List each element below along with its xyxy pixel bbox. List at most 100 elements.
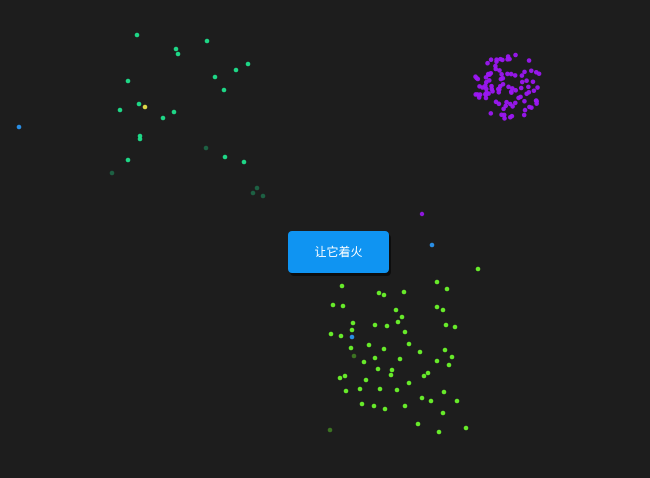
green-spark (361, 359, 367, 365)
green-spark (372, 322, 378, 328)
teal-spark (245, 61, 251, 67)
purple-spark (505, 54, 511, 59)
purple-spark (516, 95, 521, 101)
purple-spark (533, 98, 539, 103)
green-spark (349, 327, 355, 333)
green-spark (475, 266, 481, 272)
blue-spark (16, 124, 22, 130)
green-spark (384, 323, 390, 329)
green-spark (397, 356, 403, 362)
blue-spark (429, 242, 435, 248)
purple-spark (519, 73, 525, 78)
green-spark (402, 403, 408, 409)
green-spark (351, 353, 357, 359)
green-spark (350, 320, 356, 326)
green-spark (381, 292, 387, 298)
green-spark (382, 406, 388, 412)
purple-spark (524, 91, 529, 97)
green-spark (446, 362, 452, 368)
green-spark (406, 380, 412, 386)
firework-stage[interactable]: 让它着火 (0, 0, 650, 478)
green-spark (366, 342, 372, 348)
teal-spark (203, 145, 209, 151)
green-spark (359, 401, 365, 407)
green-spark (393, 307, 399, 313)
purple-spark (488, 111, 494, 116)
green-spark (330, 302, 336, 308)
green-spark (425, 370, 431, 376)
teal-spark (136, 101, 142, 107)
green-spark (338, 333, 344, 339)
purple-spark (483, 83, 488, 88)
purple-spark (493, 66, 499, 72)
purple-spark (502, 116, 507, 121)
teal-spark (134, 32, 140, 38)
green-spark (348, 345, 354, 351)
green-spark (444, 286, 450, 292)
green-spark (454, 398, 460, 404)
green-spark (402, 329, 408, 335)
green-spark (434, 279, 440, 285)
teal-spark (117, 107, 123, 113)
green-spark (388, 372, 394, 378)
purple-spark (528, 68, 534, 74)
green-spark (440, 307, 446, 313)
teal-spark (233, 67, 239, 73)
yellow-spark (142, 104, 148, 110)
teal-spark (241, 159, 247, 165)
green-spark (436, 429, 442, 435)
green-spark (428, 398, 434, 404)
green-spark (441, 389, 447, 395)
purple-spark (522, 107, 528, 113)
green-spark (399, 314, 405, 320)
green-spark (340, 303, 346, 309)
teal-spark (109, 170, 115, 176)
purple-spark (512, 73, 518, 78)
green-spark (381, 346, 387, 352)
green-spark (440, 410, 446, 416)
teal-spark (160, 115, 166, 121)
purple-spark (533, 69, 539, 75)
purple-spark (526, 84, 531, 90)
green-spark (419, 395, 425, 401)
green-spark (415, 421, 421, 427)
purple-spark (499, 72, 504, 77)
green-spark (339, 283, 345, 289)
purple-spark (531, 88, 537, 94)
teal-spark (175, 51, 181, 57)
purple-spark (508, 71, 514, 77)
teal-spark (254, 185, 260, 191)
set-on-fire-button[interactable]: 让它着火 (288, 231, 389, 273)
purple-spark (524, 78, 529, 84)
green-spark (394, 387, 400, 393)
green-spark (376, 290, 382, 296)
purple-spark (509, 113, 515, 119)
teal-spark (260, 193, 266, 199)
green-spark (375, 366, 381, 372)
green-spark (421, 373, 427, 379)
purple-spark (500, 57, 505, 63)
purple-spark (513, 100, 518, 106)
green-spark (342, 373, 348, 379)
purple-spark (507, 101, 513, 107)
purple-spark (498, 76, 504, 82)
green-spark (452, 324, 458, 330)
green-spark (406, 341, 412, 347)
green-spark (343, 388, 349, 394)
purple-spark (506, 84, 511, 90)
purple-spark (477, 92, 483, 97)
purple-spark (529, 105, 534, 110)
green-spark (371, 403, 377, 409)
green-spark (434, 358, 440, 364)
purple-spark (473, 74, 478, 80)
teal-spark (204, 38, 210, 44)
teal-spark (221, 87, 227, 93)
green-spark (377, 386, 383, 392)
purple-spark (497, 87, 502, 92)
teal-spark (222, 154, 228, 160)
purple-spark (485, 60, 490, 66)
green-spark (337, 375, 343, 381)
green-spark (363, 377, 369, 383)
purple-spark (518, 85, 524, 91)
teal-spark (125, 78, 131, 84)
